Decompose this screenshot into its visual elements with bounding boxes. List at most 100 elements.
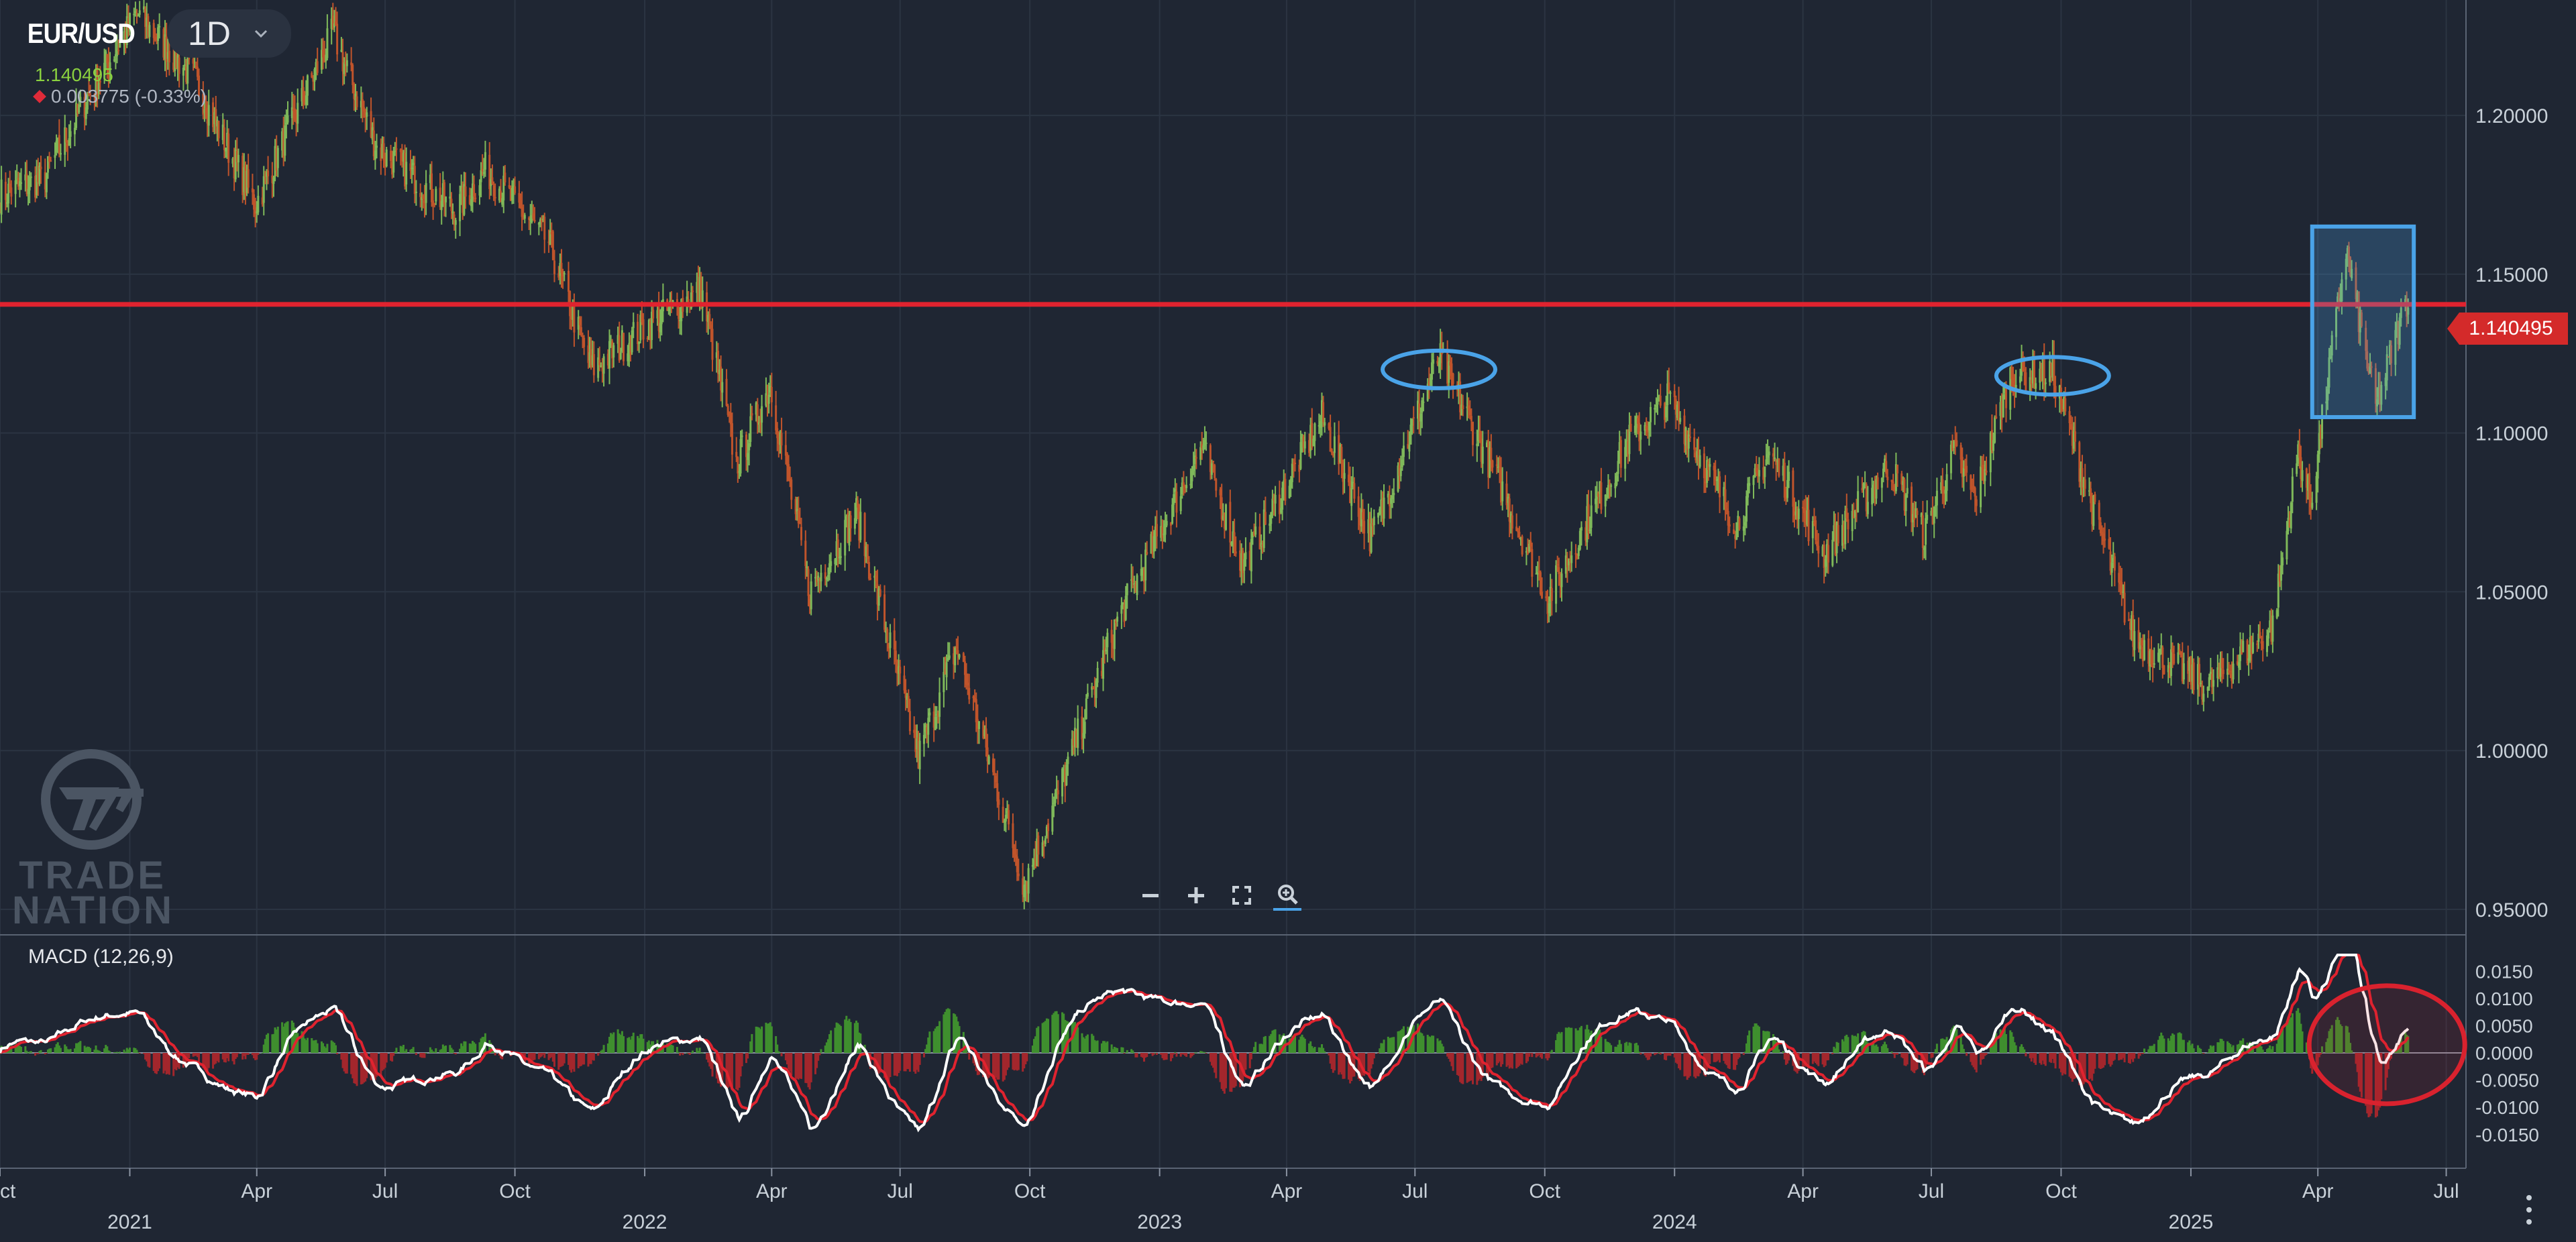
zoom-out-button[interactable] [1136, 881, 1165, 909]
time-tick-label: Jul [372, 1180, 398, 1202]
macd-histogram-bar [464, 1041, 467, 1054]
candle-body [1673, 390, 1676, 398]
candle-body [1481, 447, 1484, 464]
fullscreen-button[interactable] [1228, 881, 1256, 909]
candle-body [1051, 805, 1054, 832]
macd-tick-label: 0.0150 [2475, 961, 2533, 982]
macd-histogram-bar [395, 1048, 398, 1054]
eurusd-chart[interactable]: 1.20000 1.15000 1.10000 1.05000 1.00000 0.950… [0, 0, 2576, 1242]
macd-histogram-bar [1975, 1053, 1978, 1073]
candle-body [480, 170, 482, 182]
candle-body [1332, 453, 1334, 456]
macd-histogram-bar [1203, 1052, 1206, 1054]
candle-body [1391, 495, 1394, 500]
candle-body [770, 386, 773, 402]
macd-histogram-bar [1195, 1052, 1197, 1054]
time-tick-label: Jul [1919, 1180, 1944, 1202]
more-vertical-icon[interactable] [2524, 1194, 2534, 1226]
candle-body [2198, 664, 2201, 685]
macd-histogram-bar [2232, 1045, 2235, 1054]
candle-body [1476, 443, 1479, 447]
candle-body [1765, 459, 1768, 466]
candle-body [751, 413, 753, 416]
candle-body [825, 577, 828, 580]
candle-body [899, 667, 902, 674]
candle-body [1925, 518, 1927, 545]
candle-body [844, 520, 847, 556]
macd-histogram-bar [777, 1051, 780, 1054]
macd-histogram-bar [1174, 1052, 1177, 1054]
price-tick-label: 1.10000 [2475, 423, 2548, 445]
candle-body [1468, 409, 1471, 416]
macd-histogram-bar [1748, 1030, 1751, 1054]
zoom-reset-button[interactable] [1273, 880, 1301, 911]
candle-body [1214, 465, 1216, 478]
candle-body [749, 416, 752, 442]
macd-histogram-bar [688, 1053, 691, 1055]
candle-body [1515, 526, 1518, 531]
time-tick-label: 2021 [107, 1211, 152, 1233]
candle-body [977, 721, 980, 730]
candle-body [1719, 476, 1721, 498]
candle-body [721, 382, 724, 393]
macd-histogram-bar [818, 1053, 821, 1056]
candle-body [1004, 814, 1007, 822]
macd-histogram-bar [345, 1053, 348, 1074]
macd-histogram-bar [1027, 1052, 1030, 1054]
candle-body [1008, 809, 1010, 825]
interval-selector[interactable]: 1D [168, 9, 291, 58]
candle-body [533, 219, 536, 222]
macd-histogram-bar [1742, 1053, 1745, 1056]
candle-body [1923, 547, 1925, 551]
candle-body [1102, 650, 1105, 679]
macd-histogram-bar [1719, 1053, 1721, 1063]
macd-histogram-bar [37, 1053, 40, 1054]
macd-histogram-bar [672, 1045, 674, 1054]
candle-body [1146, 552, 1148, 555]
candle-body [1179, 496, 1182, 512]
macd-histogram-bar [2202, 1053, 2205, 1054]
candle-body [2064, 398, 2067, 412]
candle-body [1709, 463, 1711, 467]
candle-body [297, 103, 299, 124]
candle-body [1370, 523, 1373, 553]
candle-body [1017, 873, 1020, 877]
candle-body [583, 337, 586, 347]
macd-histogram-bar [1966, 1053, 1968, 1056]
macd-histogram-bar [59, 1048, 62, 1054]
macd-histogram-bar [2015, 1045, 2017, 1054]
candle-body [1202, 445, 1205, 451]
candle-body [1106, 632, 1109, 648]
candle-body [729, 412, 732, 425]
candle-body [1210, 463, 1213, 475]
candle-body [2143, 640, 2146, 660]
candle-body [1556, 564, 1559, 566]
symbol-label[interactable]: EUR/USD [21, 17, 141, 50]
macd-histogram-bar [1758, 1026, 1760, 1054]
candle-body [473, 184, 476, 197]
candle-body [1140, 569, 1142, 576]
candle-body [196, 66, 199, 77]
candle-body [1772, 453, 1774, 457]
candle-body [1728, 524, 1731, 527]
candle-body [972, 696, 975, 699]
candle-body [1419, 413, 1422, 422]
candle-body [1558, 567, 1560, 575]
candle-body [1501, 481, 1504, 502]
candle-body [642, 319, 645, 340]
macd-histogram-bar [454, 1053, 457, 1055]
candle-body [445, 196, 447, 203]
candle-body [1340, 447, 1343, 464]
candle-body [592, 353, 595, 376]
candle-body [1975, 499, 1978, 506]
macd-histogram-bar [1175, 1053, 1178, 1057]
macd-histogram-bar [227, 1053, 230, 1062]
candle-body [1152, 536, 1155, 552]
candle-body [1906, 488, 1909, 494]
macd-histogram-bar [1521, 1053, 1523, 1065]
zoom-in-button[interactable] [1182, 881, 1210, 909]
candle-body [474, 197, 477, 199]
macd-histogram-bar [1560, 1031, 1563, 1054]
time-tick-label: Apr [241, 1180, 272, 1202]
candle-body [425, 183, 427, 203]
